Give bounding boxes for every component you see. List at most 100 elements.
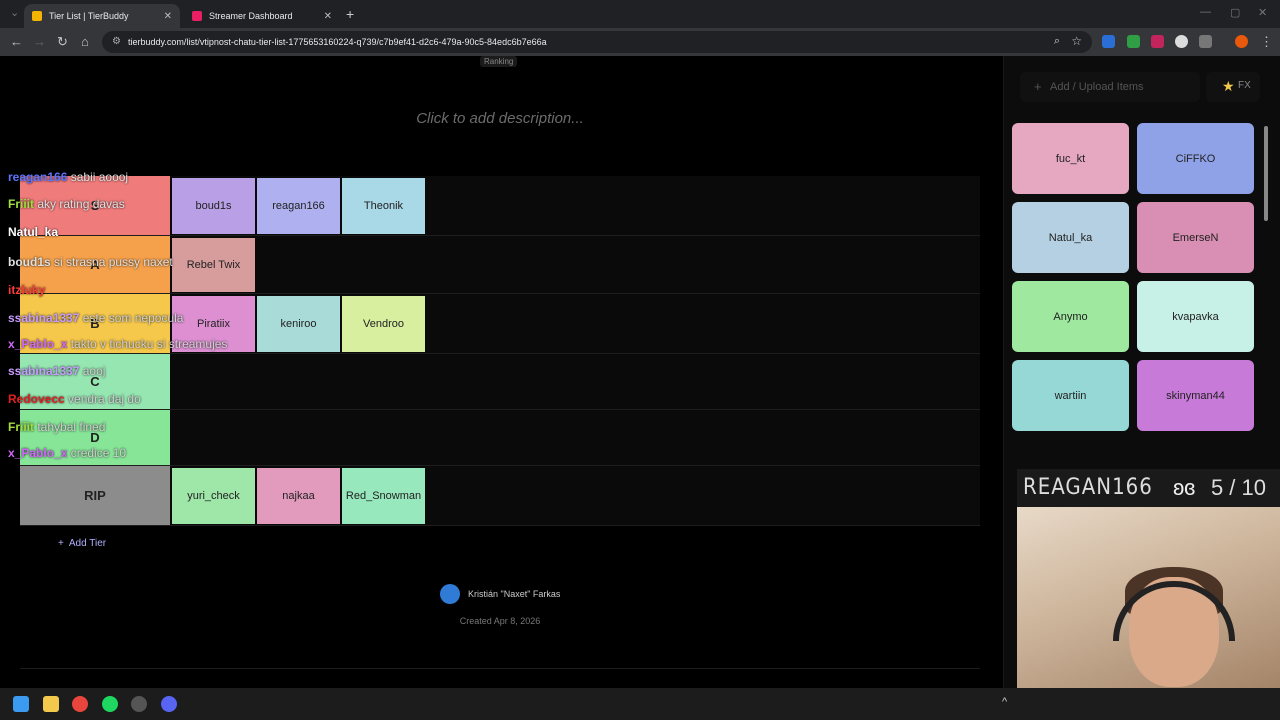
chat-message: Friiit aky rating davas xyxy=(8,197,125,211)
tier-board: Sboud1s reagan166 Theonik A Rebel Twix B Pirat… xyxy=(20,176,980,526)
zoom-icon[interactable]: ⌕ xyxy=(1054,35,1060,48)
tier-item[interactable]: Theonik xyxy=(342,178,425,234)
tab-tierlist[interactable]: Tier List | TierBuddy ✕ xyxy=(24,4,180,28)
pool-item[interactable]: EmerseN xyxy=(1137,202,1254,273)
tab-search-icon[interactable]: ⌄ xyxy=(10,6,19,19)
pool-item[interactable]: skinyman44 xyxy=(1137,360,1254,431)
chat-username: boud1s xyxy=(8,255,55,269)
chat-text: sabii aoooj xyxy=(70,170,129,184)
fx-label: FX xyxy=(1238,80,1251,91)
creator-info[interactable]: Kristián "Naxet" Farkas xyxy=(440,584,560,604)
add-tier-button[interactable]: + Add Tier xyxy=(58,538,106,549)
chat-message: x_Pablo_x credice 10 xyxy=(8,446,126,460)
tier-item[interactable]: Rebel Twix xyxy=(172,238,255,292)
plus-icon: + xyxy=(1034,79,1042,94)
obs-icon[interactable] xyxy=(131,696,147,712)
rating-overlay: REAGAN166 ʚɞ 5 / 10 xyxy=(1017,469,1280,507)
browser-toolbar: ← → ↻ ⌂ ⚙ tierbuddy.com/list/vtipnost-ch… xyxy=(0,28,1280,56)
tier-item[interactable]: Red_Snowman xyxy=(342,468,425,524)
upload-label: Add / Upload Items xyxy=(1050,81,1144,93)
chat-text: takto v tichucku si streamujes xyxy=(70,337,228,351)
browser-titlebar: ⌄ Tier List | TierBuddy ✕ Streamer Dashb… xyxy=(0,0,1280,28)
chat-username: ssabina1337 xyxy=(8,311,83,325)
pool-item[interactable]: fuc_kt xyxy=(1012,123,1129,194)
tray-chevron-up-icon[interactable]: ^ xyxy=(1002,696,1007,708)
chat-text: si strasna pussy naxet xyxy=(54,255,173,269)
tab-title: Tier List | TierBuddy xyxy=(49,11,129,21)
ranking-tag: Ranking xyxy=(480,56,518,67)
profile-avatar[interactable] xyxy=(1235,35,1248,48)
tier-row: Sboud1s reagan166 Theonik xyxy=(20,176,980,236)
chat-message: Friiit tahybal fined xyxy=(8,420,105,434)
extension-icon[interactable] xyxy=(1127,35,1140,48)
pool-item[interactable]: CiFFKO xyxy=(1137,123,1254,194)
dashboard-favicon-icon xyxy=(192,11,202,21)
address-bar[interactable]: ⚙ tierbuddy.com/list/vtipnost-chatu-tier… xyxy=(102,31,1092,53)
chat-username: reagan166 xyxy=(8,170,71,184)
maximize-icon[interactable]: ▢ xyxy=(1230,6,1240,19)
tierbuddy-favicon-icon xyxy=(32,11,42,21)
add-upload-items-button[interactable]: + Add / Upload Items xyxy=(1020,72,1200,102)
tier-label[interactable]: RIP xyxy=(20,466,170,525)
chat-username: Natul_ka xyxy=(8,225,59,239)
extensions-puzzle-icon[interactable] xyxy=(1199,35,1212,48)
fx-button[interactable]: ★ FX xyxy=(1206,72,1260,102)
url-text: tierbuddy.com/list/vtipnost-chatu-tier-l… xyxy=(128,37,547,47)
chat-username: Friiit xyxy=(8,197,38,211)
tier-item[interactable]: boud1s xyxy=(172,178,255,234)
chat-username: x_Pablo_x xyxy=(8,446,71,460)
chat-message: boud1s si strasna pussy naxet xyxy=(8,255,173,269)
chat-username: x_Pablo_x xyxy=(8,337,71,351)
chat-message: ssabina1337 aooj xyxy=(8,364,105,378)
new-tab-button[interactable]: + xyxy=(346,6,354,22)
pool-item[interactable]: Anymo xyxy=(1012,281,1129,352)
site-info-icon[interactable]: ⚙ xyxy=(112,36,121,47)
chat-message: x_Pablo_x takto v tichucku si streamujes xyxy=(8,337,227,351)
divider xyxy=(20,668,980,669)
tier-item[interactable]: reagan166 xyxy=(257,178,340,234)
plus-icon: + xyxy=(58,538,64,549)
scrollbar-thumb[interactable] xyxy=(1264,126,1268,221)
forward-icon[interactable]: → xyxy=(33,34,46,49)
home-icon[interactable]: ⌂ xyxy=(81,34,89,49)
chrome-icon[interactable] xyxy=(72,696,88,712)
rating-score: 5 / 10 xyxy=(1210,475,1266,500)
chat-username: itzluky xyxy=(8,283,46,297)
star-icon: ★ xyxy=(1222,78,1235,94)
tier-item[interactable]: najkaa xyxy=(257,468,340,524)
extension-icon[interactable] xyxy=(1175,35,1188,48)
tier-row: RIP yuri_check najkaa Red_Snowman xyxy=(20,466,980,526)
back-icon[interactable]: ← xyxy=(10,34,23,49)
chat-text: aooj xyxy=(82,364,106,378)
tier-item[interactable]: keniroo xyxy=(257,296,340,352)
windows-taskbar: ^ xyxy=(0,688,1280,720)
chat-message: Redovecc vendra daj do xyxy=(8,392,141,406)
menu-kebab-icon[interactable]: ⋮ xyxy=(1260,34,1273,50)
window-close-icon[interactable]: ✕ xyxy=(1258,6,1267,19)
creator-name: Kristián "Naxet" Farkas xyxy=(468,589,561,599)
butterfly-icon: ʚɞ xyxy=(1173,475,1196,500)
close-icon[interactable]: ✕ xyxy=(324,11,332,22)
chat-text: aky rating davas xyxy=(37,197,125,211)
bookmark-star-icon[interactable]: ☆ xyxy=(1071,34,1082,48)
file-explorer-icon[interactable] xyxy=(43,696,59,712)
chat-text: credice 10 xyxy=(70,446,127,460)
spotify-icon[interactable] xyxy=(102,696,118,712)
reload-icon[interactable]: ↻ xyxy=(57,34,68,50)
windows-start-icon[interactable] xyxy=(13,696,29,712)
avatar xyxy=(440,584,460,604)
pool-item[interactable]: Natul_ka xyxy=(1012,202,1129,273)
close-icon[interactable]: ✕ xyxy=(164,11,172,22)
minimize-icon[interactable]: — xyxy=(1200,6,1211,18)
extension-icon[interactable] xyxy=(1102,35,1115,48)
pool-item[interactable]: wartiin xyxy=(1012,360,1129,431)
extension-icon[interactable] xyxy=(1151,35,1164,48)
discord-icon[interactable] xyxy=(161,696,177,712)
chat-message: Natul_ka xyxy=(8,225,58,239)
tab-streamer-dashboard[interactable]: Streamer Dashboard ✕ xyxy=(184,4,340,28)
created-date: Created Apr 8, 2026 xyxy=(459,616,541,626)
pool-item[interactable]: kvapavka xyxy=(1137,281,1254,352)
tier-item[interactable]: Vendroo xyxy=(342,296,425,352)
tier-item[interactable]: yuri_check xyxy=(172,468,255,524)
description-placeholder[interactable]: Click to add description... xyxy=(0,110,1000,127)
